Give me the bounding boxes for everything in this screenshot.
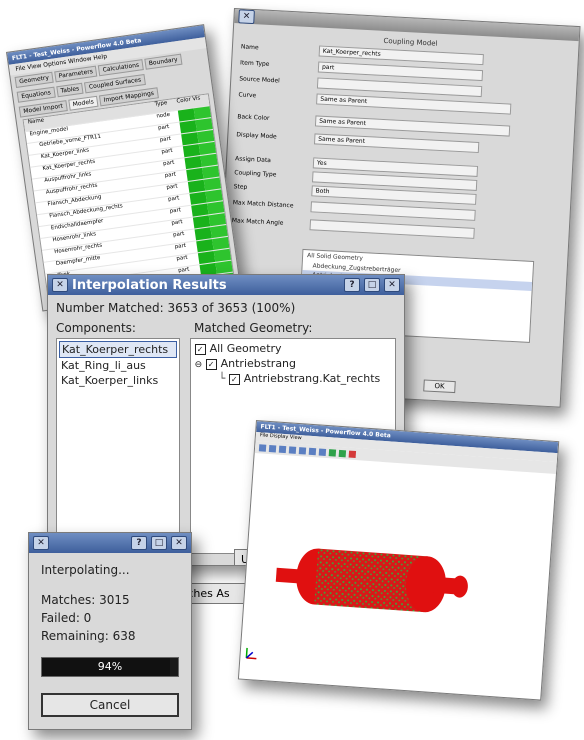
maximize-icon[interactable]: □ [151,536,167,550]
tool-icon[interactable] [298,446,307,455]
tool-icon[interactable] [318,447,327,456]
coupling-field-label: Display Mode [236,131,277,141]
progress-percent: 94% [97,660,123,673]
coupling-field-input[interactable]: Same as Parent [314,115,511,137]
tree-item-antriebstrang[interactable]: ⊖ ✓ Antriebstrang [193,356,393,371]
tree-item-label: Antriebstrang.Kat_rechts [243,372,381,385]
results-window-title: Interpolation Results [72,277,227,293]
coupling-field-label: Max Match Angle [231,217,284,227]
help-icon[interactable]: ? [131,536,147,550]
coupling-field-input[interactable] [310,201,476,221]
tree-item-label: Antriebstrang [220,357,297,370]
tree-branch-icon: └ [218,372,226,385]
coupling-field-label: Step [233,183,248,191]
interpolating-progress-window: ✕ ? □ ✕ Interpolating... Matches: 3015 F… [28,532,192,730]
axis-triad-icon [245,647,257,660]
coupling-field-label: Item Type [239,59,270,68]
tool-icon[interactable] [278,445,287,453]
list-item[interactable]: Kat_Ring_li_aus [59,358,177,373]
coupling-title-bar[interactable]: ✕ [234,9,580,42]
catalyst-body-model [275,548,468,613]
components-label: Components: [56,321,136,335]
coupling-dialog-title: Coupling Model [383,36,438,48]
collapse-icon[interactable]: ⊖ [195,360,203,370]
tool-icon[interactable] [268,444,277,452]
tool-icon[interactable] [258,443,267,452]
checkbox-icon[interactable]: ✓ [228,374,240,385]
status-text: Interpolating... [41,563,130,577]
close-icon[interactable]: ✕ [384,278,400,292]
window-menu-icon[interactable]: ✕ [52,278,68,292]
components-list[interactable]: Kat_Koerper_rechts Kat_Ring_li_aus Kat_K… [56,338,180,554]
coupling-field-label: Curve [238,91,257,100]
cancel-button[interactable]: Cancel [41,693,179,717]
3d-viewer-window: FLT1 - Test_Weiss - Powerflow 4.0 Beta F… [237,420,560,701]
coupling-field-label: Max Match Distance [232,199,294,210]
checkbox-icon[interactable]: ✓ [205,359,217,370]
checkbox-icon[interactable]: ✓ [194,344,206,355]
tool-icon[interactable] [288,445,297,454]
remaining-count: Remaining: 638 [41,629,136,643]
coupling-ok-button[interactable]: OK [423,379,456,394]
tree-item-kat-rechts[interactable]: └ ✓ Antriebstrang.Kat_rechts [193,371,393,386]
number-matched-text: Number Matched: 3653 of 3653 (100%) [56,301,296,315]
failed-count: Failed: 0 [41,611,92,625]
help-icon[interactable]: ? [344,278,360,292]
matched-geometry-label: Matched Geometry: [194,321,313,335]
window-menu-icon[interactable]: ✕ [238,9,255,25]
tree-item-label: All Geometry [209,342,282,355]
tool-icon[interactable] [328,448,337,457]
coupling-field-input[interactable] [309,219,475,239]
list-item[interactable]: Kat_Koerper_links [59,373,177,388]
coupling-field-label: Name [240,43,259,52]
progress-title-bar[interactable]: ✕ ? □ ✕ [29,533,191,553]
coupling-field-label: Assign Data [234,155,272,165]
coupling-field-input[interactable]: Same as Parent [316,93,512,115]
matches-count: Matches: 3015 [41,593,130,607]
progress-bar: 94% [41,657,179,677]
maximize-icon[interactable]: □ [364,278,380,292]
results-title-bar[interactable]: ✕ Interpolation Results ? □ ✕ [48,275,404,295]
close-icon[interactable]: ✕ [171,536,187,550]
model-tree-window: FLT1 - Test_Weiss - Powerflow 4.0 Beta F… [6,24,241,312]
window-menu-icon[interactable]: ✕ [33,536,49,550]
3d-viewport[interactable] [239,454,554,698]
coupling-field-label: Coupling Type [234,169,277,179]
coupling-field-input[interactable]: Same as Parent [313,133,480,154]
coupling-field-label: Back Color [237,113,270,122]
tool-icon[interactable] [338,449,347,457]
tree-item-all-geometry[interactable]: ✓ All Geometry [193,341,393,356]
coupling-field-label: Source Model [239,75,280,85]
list-item[interactable]: Kat_Koerper_rechts [59,341,177,358]
tool-icon[interactable] [308,447,317,455]
tool-icon[interactable] [348,450,357,458]
